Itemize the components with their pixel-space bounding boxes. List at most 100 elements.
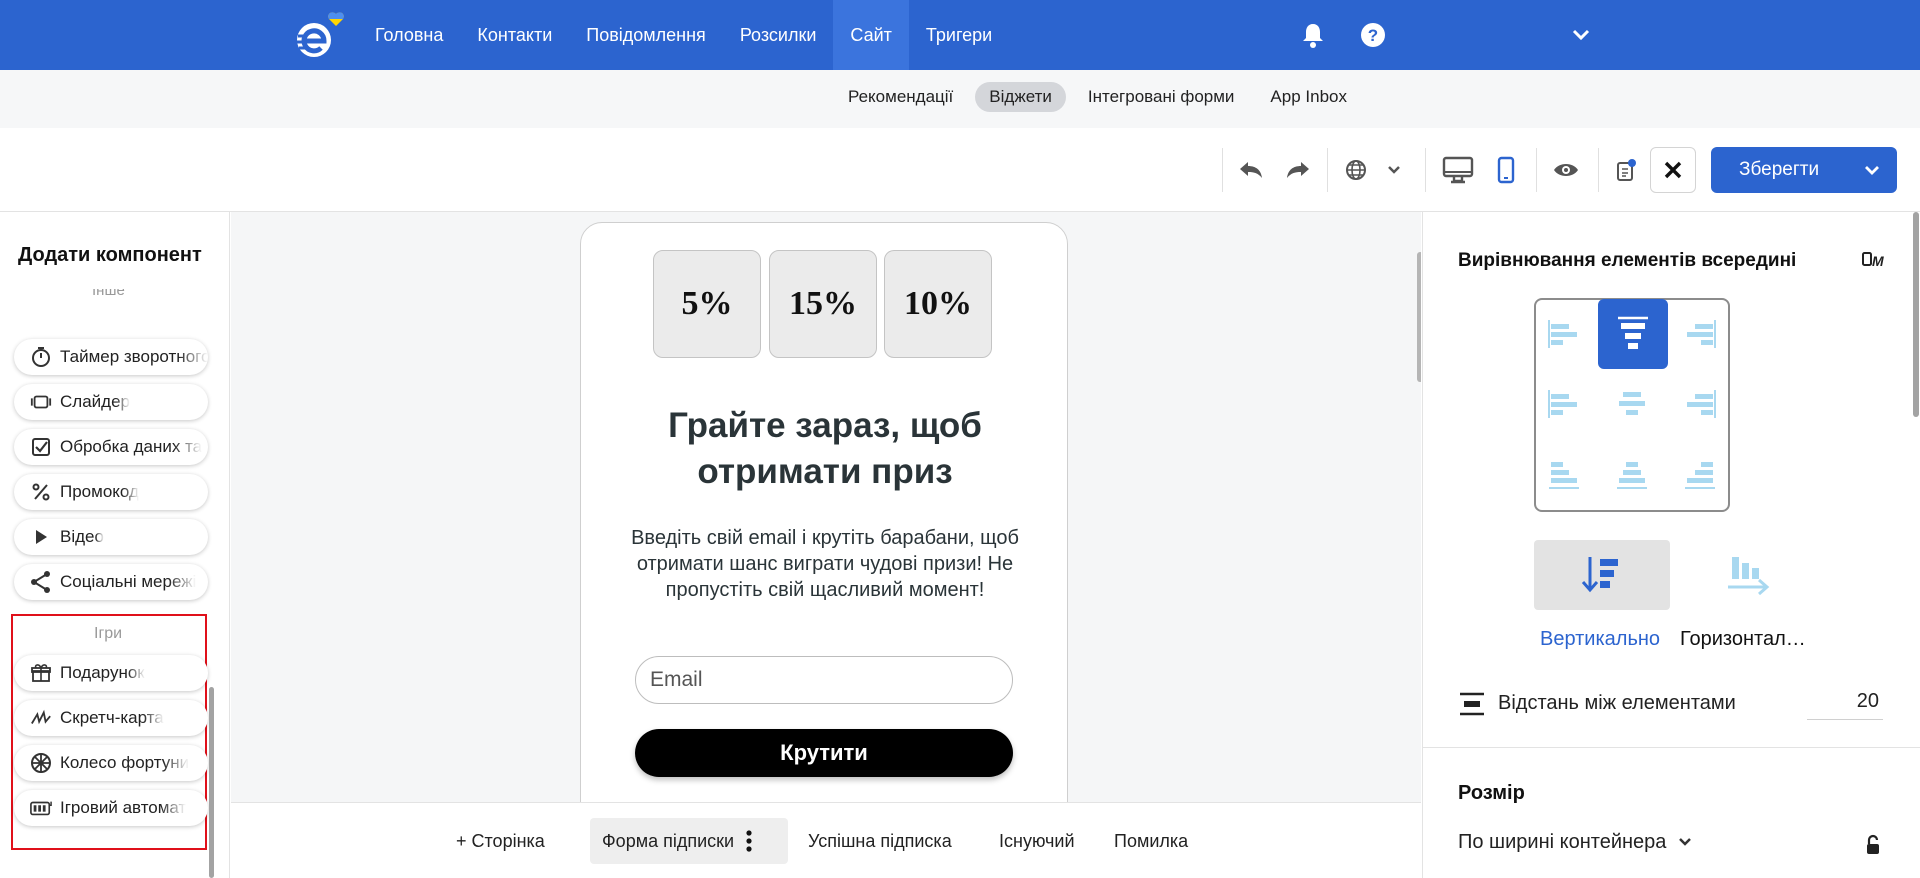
- left-panel-scrollbar[interactable]: [209, 687, 214, 878]
- align-top-left-icon[interactable]: [1546, 316, 1582, 352]
- size-select[interactable]: По ширині контейнера: [1458, 827, 1692, 857]
- size-select-value: По ширині контейнера: [1458, 830, 1667, 853]
- component-label: Обробка даних та: [60, 437, 203, 456]
- toolbar-divider: [1536, 148, 1537, 192]
- tab-error[interactable]: Помилка: [1102, 818, 1200, 864]
- svg-text:?: ?: [1368, 26, 1378, 45]
- nav-item-messages[interactable]: Повідомлення: [569, 0, 723, 70]
- component-slot-machine[interactable]: Ігровий автомат: [14, 790, 208, 826]
- globe-icon[interactable]: [1338, 152, 1374, 188]
- nav-item-site[interactable]: Сайт: [833, 0, 909, 70]
- bell-icon[interactable]: [1298, 20, 1328, 50]
- add-page-button[interactable]: + Сторінка: [444, 818, 557, 864]
- align-middle-left-icon[interactable]: [1546, 386, 1582, 422]
- page-tabs-bar: + Сторінка Форма підписки Успішна підпис…: [231, 802, 1421, 878]
- nav-item-contacts[interactable]: Контакти: [460, 0, 569, 70]
- notes-icon[interactable]: [1608, 152, 1644, 188]
- mobile-pin-icon[interactable]: M: [1861, 248, 1889, 272]
- tab-label: Форма підписки: [602, 830, 735, 851]
- language-chevron-down-icon[interactable]: [1376, 152, 1412, 188]
- nav-item-home[interactable]: Головна: [358, 0, 460, 70]
- help-icon[interactable]: ?: [1358, 20, 1388, 50]
- widget-preview-card[interactable]: 5% 15% 10% Грайте зараз, щоб отримати пр…: [580, 222, 1068, 802]
- component-label: Подарунок: [60, 663, 145, 682]
- align-bottom-center-icon[interactable]: [1614, 456, 1650, 492]
- align-middle-center-icon[interactable]: [1614, 386, 1650, 422]
- subnav-recommendations[interactable]: Рекомендації: [834, 82, 967, 112]
- slot-reel[interactable]: 15%: [769, 250, 877, 358]
- save-button[interactable]: Зберегти: [1711, 147, 1897, 193]
- sub-navigation-bar: Рекомендації Віджети Інтегровані форми A…: [0, 70, 1920, 128]
- component-slider[interactable]: Слайдер: [14, 384, 208, 420]
- component-promocode[interactable]: Промокод: [14, 474, 208, 510]
- direction-horizontal-label: Горизонтально: [1680, 628, 1810, 650]
- svg-text:M: M: [1872, 253, 1884, 269]
- slider-icon: [30, 391, 52, 413]
- mobile-icon[interactable]: [1488, 152, 1524, 188]
- tab-existing[interactable]: Існуючий: [987, 818, 1087, 864]
- close-editor-button[interactable]: [1650, 147, 1696, 193]
- slot-reel[interactable]: 5%: [653, 250, 761, 358]
- component-countdown-timer[interactable]: Таймер зворотного відліку: [14, 339, 208, 375]
- direction-horizontal-button[interactable]: [1680, 540, 1816, 610]
- subnav-app-inbox[interactable]: App Inbox: [1256, 82, 1361, 112]
- toolbar-divider: [1598, 148, 1599, 192]
- nav-item-campaigns[interactable]: Розсилки: [723, 0, 834, 70]
- account-menu-chevron-icon[interactable]: [1566, 20, 1596, 50]
- right-panel-scrollbar[interactable]: [1913, 212, 1919, 417]
- component-label: Промокод: [60, 482, 139, 501]
- vertical-stack-icon: [1581, 557, 1618, 593]
- component-data-processing[interactable]: Обробка даних та: [14, 429, 208, 465]
- spacing-input[interactable]: 20: [1807, 688, 1883, 720]
- desktop-icon[interactable]: [1438, 152, 1478, 188]
- nav-item-triggers[interactable]: Тригери: [909, 0, 1009, 70]
- email-field[interactable]: Email: [635, 656, 1013, 704]
- undo-icon[interactable]: [1233, 152, 1269, 188]
- align-top-right-icon[interactable]: [1682, 316, 1718, 352]
- close-icon: [1664, 161, 1682, 179]
- widget-description[interactable]: Введіть свій email і крутіть барабани, щ…: [626, 525, 1024, 603]
- timer-icon: [30, 346, 52, 368]
- component-social-networks[interactable]: Соціальні мережі: [14, 564, 208, 600]
- save-options-chevron-icon[interactable]: [1847, 165, 1897, 175]
- component-scratch-card[interactable]: Скретч-карта: [14, 700, 208, 736]
- spacing-icon: [1460, 692, 1484, 716]
- component-wheel-of-fortune[interactable]: Колесо фортуни: [14, 745, 208, 781]
- percent-icon: [30, 481, 52, 503]
- subnav-integrated-forms[interactable]: Інтегровані форми: [1074, 82, 1249, 112]
- unlock-icon[interactable]: [1864, 834, 1882, 856]
- app-logo[interactable]: [290, 10, 354, 62]
- slot-reel[interactable]: 10%: [884, 250, 992, 358]
- widget-title[interactable]: Грайте зараз, щоб отримати приз: [621, 403, 1029, 495]
- section-divider: [1423, 747, 1920, 748]
- slot-machine-icon: [30, 797, 52, 819]
- size-section-title: Розмір: [1458, 782, 1525, 804]
- align-bottom-left-icon[interactable]: [1546, 456, 1582, 492]
- component-label: Колесо фортуни: [60, 753, 190, 772]
- align-middle-right-icon[interactable]: [1682, 386, 1718, 422]
- checkbox-icon: [30, 436, 52, 458]
- align-top-center-icon[interactable]: [1598, 299, 1668, 369]
- redo-icon[interactable]: [1280, 152, 1316, 188]
- component-label: Скретч-карта: [60, 708, 164, 727]
- horizontal-stack-icon: [1728, 557, 1770, 596]
- subnav-widgets[interactable]: Віджети: [975, 82, 1066, 112]
- tab-successful-subscription[interactable]: Успішна підписка: [796, 818, 964, 864]
- direction-vertical-button[interactable]: [1534, 540, 1670, 610]
- top-navigation-bar: Головна Контакти Повідомлення Розсилки С…: [0, 0, 1920, 70]
- component-gift[interactable]: Подарунок: [14, 655, 208, 691]
- spin-button[interactable]: Крутити: [635, 729, 1013, 777]
- toolbar-divider: [1425, 148, 1426, 192]
- component-label: Слайдер: [60, 392, 130, 411]
- alignment-title: Вирівнювання елементів всередині: [1458, 250, 1797, 271]
- canvas-scrollbar[interactable]: [1417, 252, 1421, 382]
- add-component-panel: Додати компонент Інше Таймер зворотного …: [0, 212, 230, 878]
- tab-subscription-form[interactable]: Форма підписки: [590, 818, 788, 864]
- component-video[interactable]: Відео: [14, 519, 208, 555]
- component-label: Ігровий автомат: [60, 798, 187, 817]
- eye-icon[interactable]: [1548, 152, 1584, 188]
- play-icon: [30, 526, 52, 548]
- more-vertical-icon[interactable]: [746, 830, 752, 852]
- spacing-row: Відстань між елементами 20: [1458, 686, 1883, 722]
- align-bottom-right-icon[interactable]: [1682, 456, 1718, 492]
